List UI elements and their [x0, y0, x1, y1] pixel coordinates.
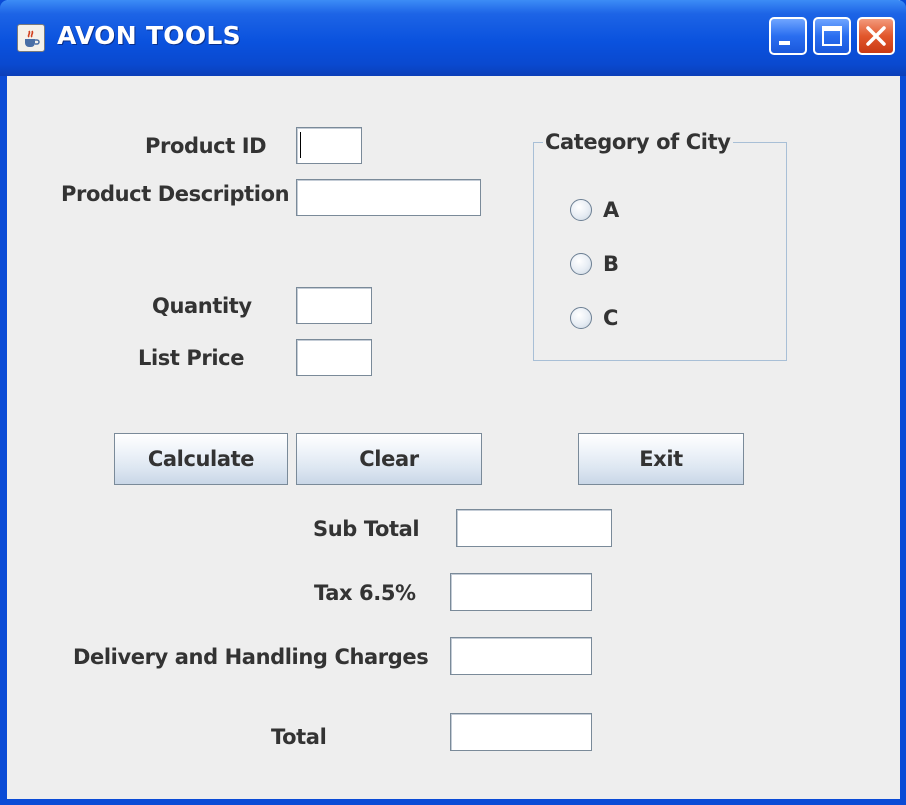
- list-price-label: List Price: [138, 346, 245, 370]
- list-price-field[interactable]: [296, 339, 372, 376]
- maximize-button[interactable]: [813, 17, 851, 55]
- radio-c-label: C: [603, 306, 619, 330]
- total-label: Total: [271, 725, 327, 749]
- title-bar[interactable]: AVON TOOLS: [0, 0, 906, 76]
- tax-field[interactable]: [450, 573, 592, 611]
- window-title: AVON TOOLS: [57, 21, 241, 50]
- product-description-field[interactable]: [296, 179, 481, 216]
- product-id-field[interactable]: [296, 127, 362, 164]
- app-window: AVON TOOLS: [0, 0, 906, 805]
- radio-a[interactable]: [570, 199, 592, 221]
- radio-b-label: B: [603, 252, 619, 276]
- radio-c[interactable]: [570, 307, 592, 329]
- product-id-label: Product ID: [145, 134, 267, 158]
- delivery-charges-label: Delivery and Handling Charges: [73, 645, 429, 669]
- total-field[interactable]: [450, 713, 592, 751]
- clear-button[interactable]: Clear: [296, 433, 482, 485]
- close-button[interactable]: [857, 17, 895, 55]
- radio-b[interactable]: [570, 253, 592, 275]
- minimize-button[interactable]: [769, 17, 807, 55]
- delivery-charges-field[interactable]: [450, 637, 592, 675]
- java-cup-icon[interactable]: [17, 24, 45, 52]
- sub-total-field[interactable]: [456, 509, 612, 547]
- text-caret: [300, 132, 301, 158]
- maximize-icon: [822, 26, 842, 46]
- tax-label: Tax 6.5%: [314, 581, 416, 605]
- close-icon: [866, 26, 886, 46]
- exit-button[interactable]: Exit: [578, 433, 744, 485]
- category-of-city-group: [533, 142, 787, 361]
- quantity-label: Quantity: [152, 294, 252, 318]
- category-of-city-legend: Category of City: [543, 130, 733, 154]
- radio-a-label: A: [603, 198, 619, 222]
- sub-total-label: Sub Total: [313, 517, 420, 541]
- product-description-label: Product Description: [61, 182, 290, 206]
- minimize-icon: [779, 41, 790, 45]
- quantity-field[interactable]: [296, 287, 372, 324]
- calculate-button[interactable]: Calculate: [114, 433, 288, 485]
